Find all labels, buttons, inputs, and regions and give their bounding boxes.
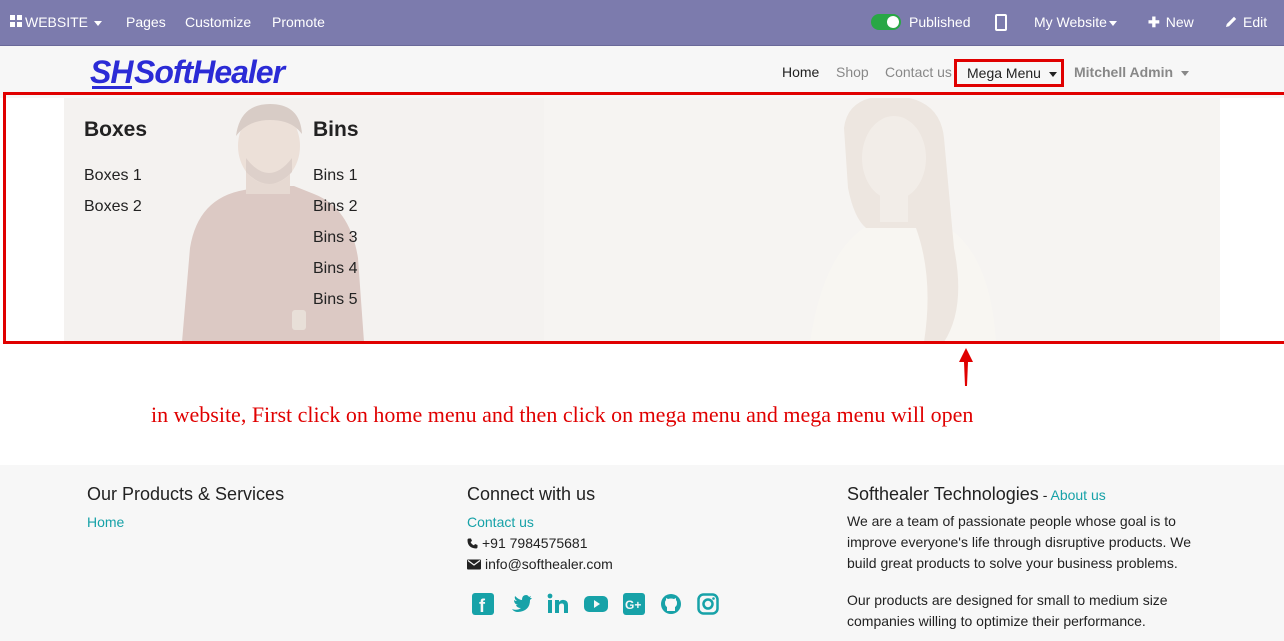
footer-company: Softhealer Technologies - About us xyxy=(847,484,1106,505)
footer-company-separator: - xyxy=(1038,487,1051,503)
footer-products-title: Our Products & Services xyxy=(87,484,285,504)
annotation-arrow-icon xyxy=(959,348,973,386)
user-menu[interactable]: Mitchell Admin xyxy=(1074,46,1190,98)
published-label: Published xyxy=(909,14,971,30)
footer-about-paragraph-1: We are a team of passionate people whose… xyxy=(847,513,1192,571)
new-label: New xyxy=(1165,14,1194,30)
logo-text: SoftHealer xyxy=(134,54,287,90)
footer-phone-text: +91 7984575681 xyxy=(482,535,588,551)
youtube-icon[interactable] xyxy=(584,593,608,620)
published-toggle[interactable]: Published xyxy=(871,0,971,45)
plus-icon: ✚ xyxy=(1148,14,1160,30)
pages-menu[interactable]: Pages xyxy=(126,0,166,45)
github-icon[interactable] xyxy=(660,593,682,620)
edit-label: Edit xyxy=(1243,14,1268,30)
nav-contact[interactable]: Contact us xyxy=(885,46,952,98)
phone-icon xyxy=(467,538,478,549)
annotation-highlight-box xyxy=(3,92,1284,344)
nav-mega-menu[interactable]: Mega Menu xyxy=(954,59,1064,87)
linkedin-icon[interactable] xyxy=(547,593,569,620)
footer-contact-link[interactable]: Contact us xyxy=(467,514,534,530)
facebook-icon[interactable]: f xyxy=(472,593,494,620)
mobile-phone-icon xyxy=(995,13,1007,31)
user-name: Mitchell Admin xyxy=(1074,64,1174,80)
svg-text:SH: SH xyxy=(90,54,134,90)
footer-home-link[interactable]: Home xyxy=(87,514,124,530)
svg-text:f: f xyxy=(479,596,486,615)
nav-shop[interactable]: Shop xyxy=(836,46,869,98)
twitter-icon[interactable] xyxy=(510,593,532,620)
softhealer-logo[interactable]: SH SoftHealer xyxy=(90,52,314,97)
google-plus-icon[interactable]: G+ xyxy=(623,593,645,620)
new-button[interactable]: ✚ New xyxy=(1148,0,1194,45)
footer-phone: +91 7984575681 xyxy=(467,535,588,551)
caret-down-icon xyxy=(1108,20,1117,26)
caret-down-icon xyxy=(1048,71,1057,77)
svg-text:G+: G+ xyxy=(625,598,641,612)
customize-menu[interactable]: Customize xyxy=(185,0,251,45)
footer-email: info@softhealer.com xyxy=(467,556,613,572)
website-menu[interactable]: WEBSITE xyxy=(10,0,103,45)
annotation-instruction-text: in website, First click on home menu and… xyxy=(151,402,974,427)
softhealer-logo-graphic: SH SoftHealer xyxy=(90,54,288,90)
nav-home[interactable]: Home xyxy=(782,46,819,98)
website-menu-label: WEBSITE xyxy=(25,14,89,30)
footer-about-link[interactable]: About us xyxy=(1050,487,1105,503)
mobile-preview-button[interactable] xyxy=(995,0,1007,45)
caret-down-icon xyxy=(1181,70,1190,76)
footer-email-text: info@softhealer.com xyxy=(485,556,613,572)
edit-button[interactable]: Edit xyxy=(1225,0,1267,45)
instagram-icon[interactable] xyxy=(697,593,719,620)
mega-menu-label: Mega Menu xyxy=(967,65,1041,81)
footer-connect-title: Connect with us xyxy=(467,484,596,504)
admin-topbar: WEBSITE Pages Customize Promote Publishe… xyxy=(0,0,1284,46)
caret-down-icon xyxy=(94,20,103,26)
footer-about-paragraph-2: Our products are designed for small to m… xyxy=(847,592,1168,629)
envelope-icon xyxy=(467,559,481,570)
my-website-label: My Website xyxy=(1034,14,1107,30)
pencil-icon xyxy=(1226,16,1237,27)
site-footer: Our Products & Services Home Connect wit… xyxy=(0,465,1284,641)
promote-menu[interactable]: Promote xyxy=(272,0,325,45)
site-header: SH SoftHealer Home Shop Contact us Mega … xyxy=(0,46,1284,98)
footer-company-title: Softhealer Technologies xyxy=(847,484,1039,504)
apps-grid-icon xyxy=(10,15,22,28)
toggle-switch-icon xyxy=(871,14,901,31)
my-website-menu[interactable]: My Website xyxy=(1034,0,1117,45)
